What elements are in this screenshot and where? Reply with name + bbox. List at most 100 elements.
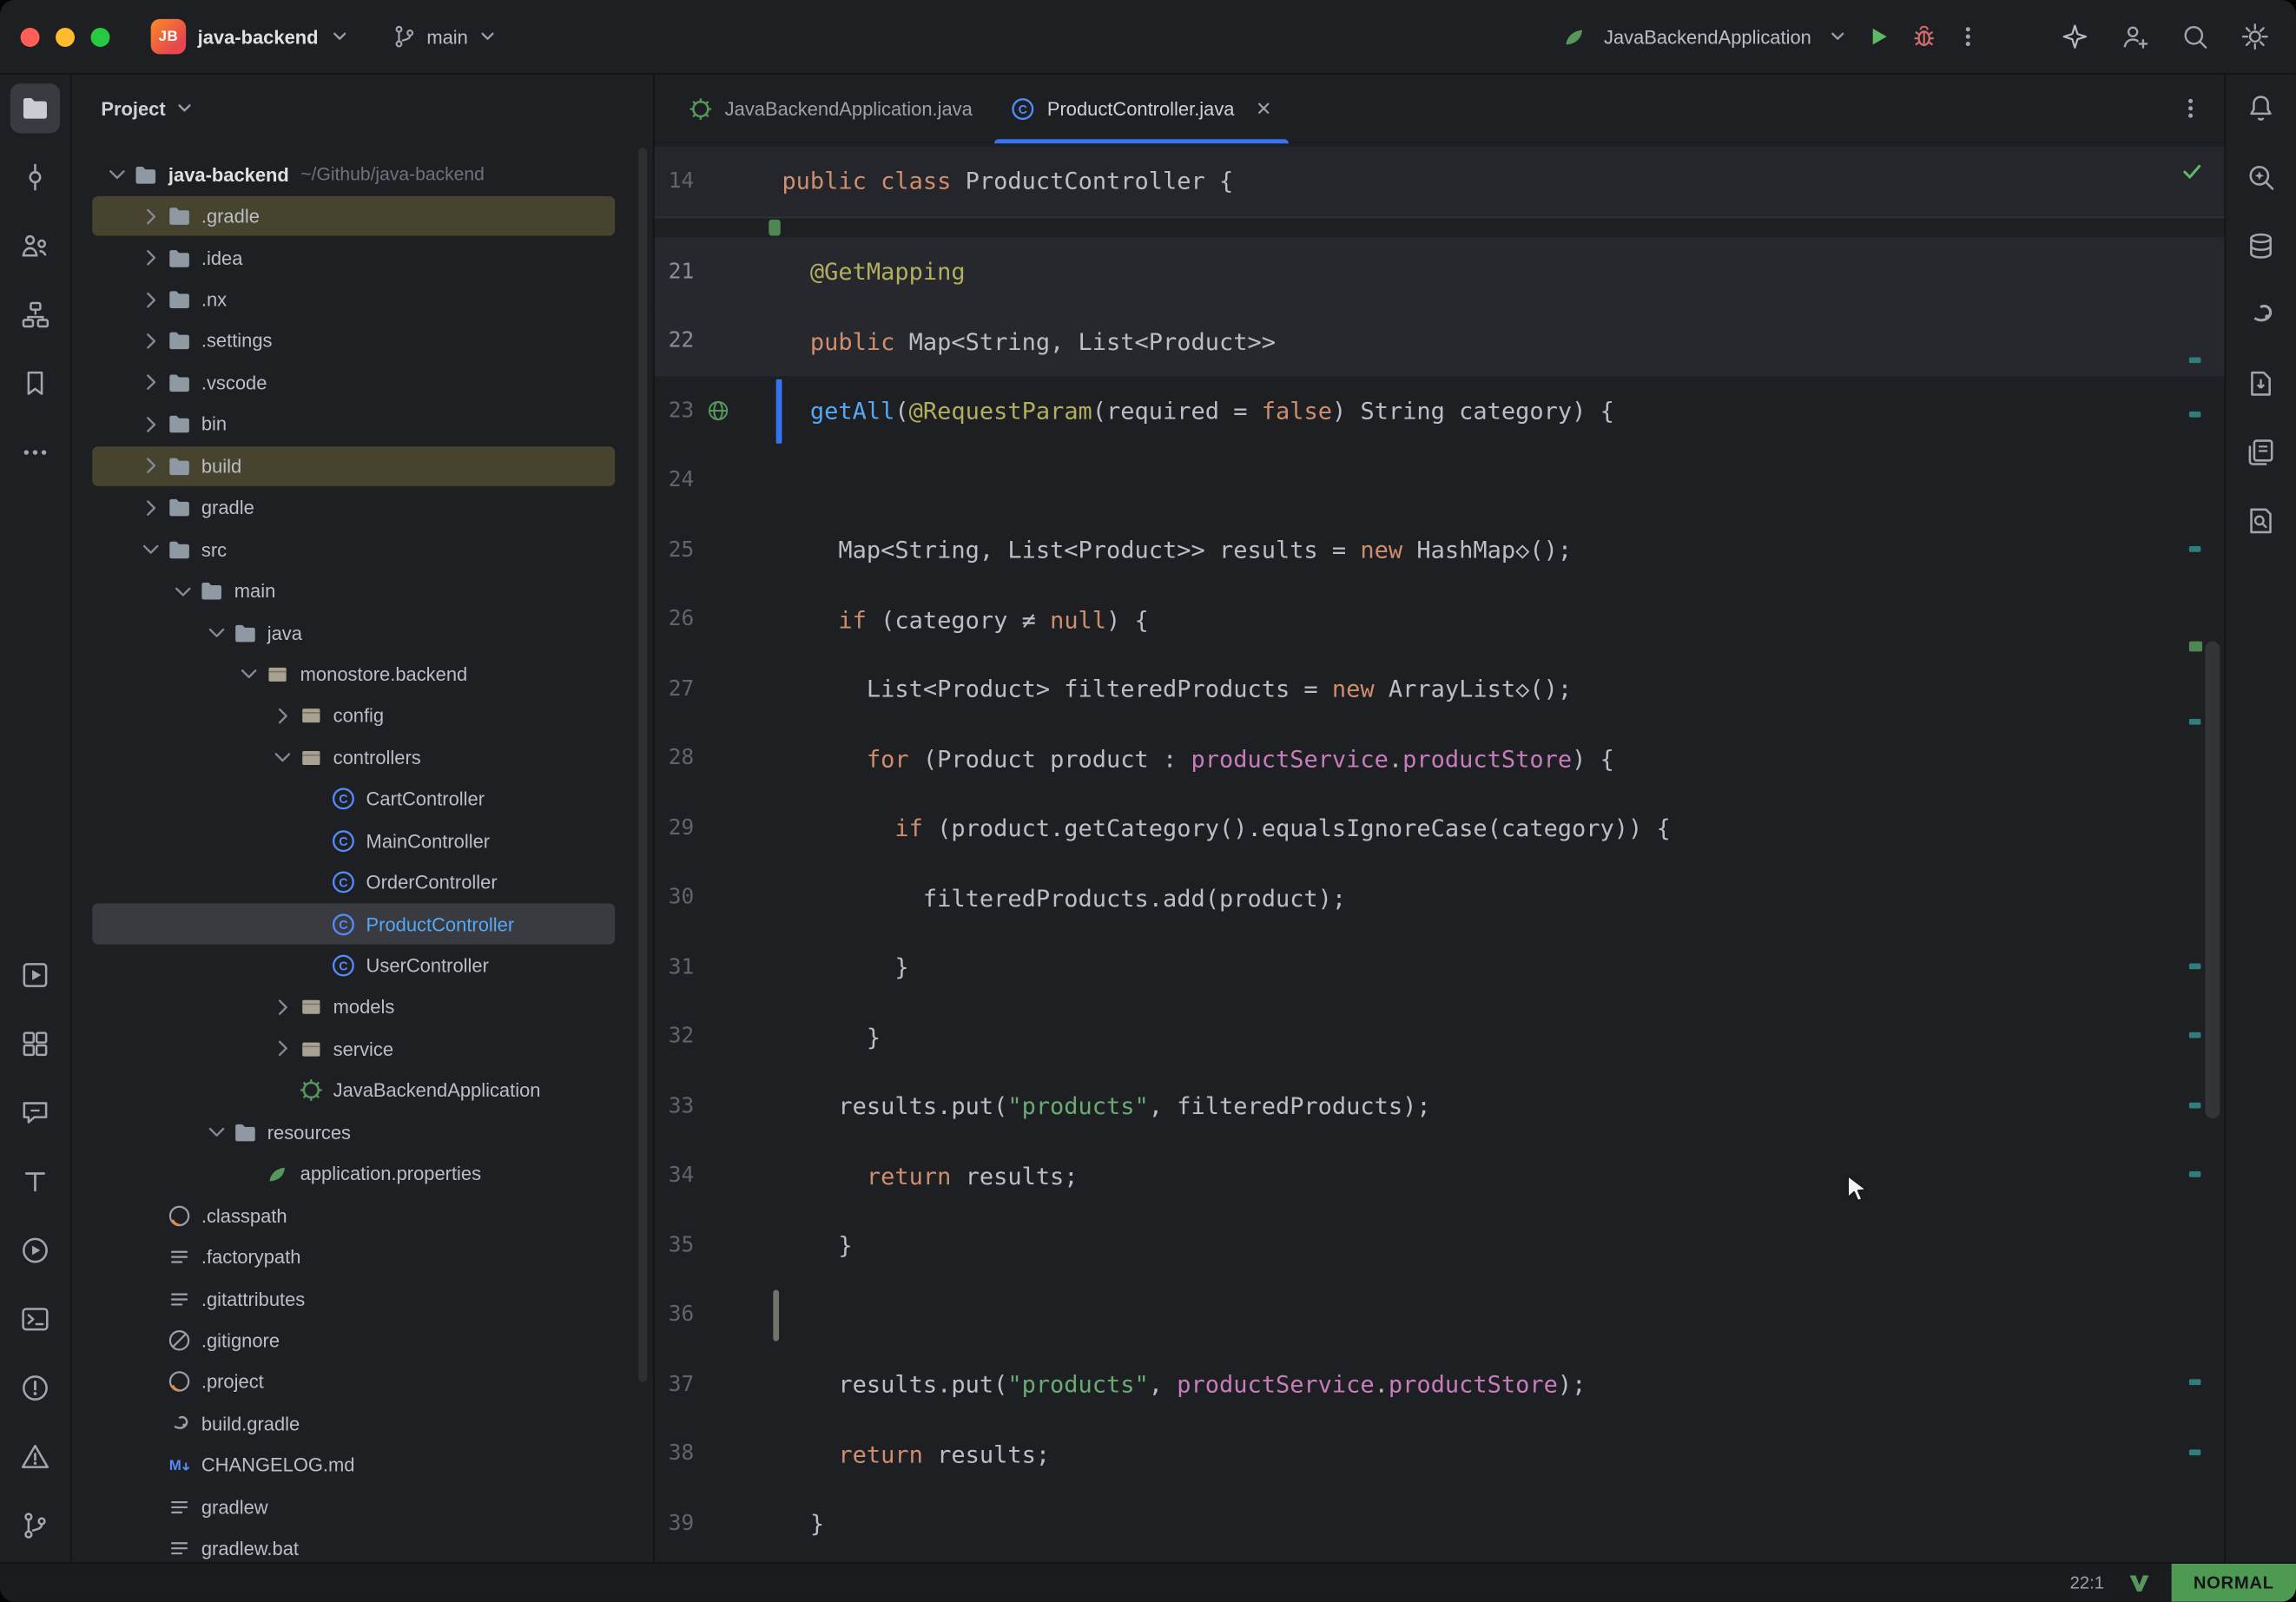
add-user-icon[interactable] bbox=[2121, 22, 2150, 51]
tree-item-java-backend[interactable]: java-backend~/Github/java-backend bbox=[72, 154, 653, 195]
tab-options-icon[interactable] bbox=[2177, 75, 2203, 142]
chevron-right-icon[interactable] bbox=[134, 454, 166, 478]
chevron-down-icon[interactable] bbox=[101, 163, 133, 187]
tree-item-javabackendapplication[interactable]: JavaBackendApplication bbox=[72, 1070, 653, 1111]
code-line-24[interactable]: 24 bbox=[655, 445, 2225, 515]
debug-button[interactable] bbox=[1910, 22, 1939, 51]
code-line-14[interactable]: 14public class ProductController { bbox=[655, 147, 2225, 218]
search-icon[interactable] bbox=[2181, 22, 2210, 51]
pull-requests-icon[interactable] bbox=[10, 221, 60, 271]
more-actions-icon[interactable] bbox=[1955, 23, 1981, 49]
tree-item-usercontroller[interactable]: CUserController bbox=[72, 945, 653, 986]
code-line-27[interactable]: 27 List<Product> filteredProducts = new … bbox=[655, 655, 2225, 724]
code-line-33[interactable]: 33 results.put("products", filteredProdu… bbox=[655, 1071, 2225, 1141]
chevron-right-icon[interactable] bbox=[134, 329, 166, 353]
code-line-34[interactable]: 34 return results; bbox=[655, 1141, 2225, 1210]
tab-javabackendapplication-java[interactable]: JavaBackendApplication.java bbox=[670, 75, 992, 142]
tree-item-src[interactable]: src bbox=[72, 529, 653, 570]
tree-item-application-properties[interactable]: application.properties bbox=[72, 1153, 653, 1195]
code-line-29[interactable]: 29 if (product.getCategory().equalsIgnor… bbox=[655, 794, 2225, 863]
code-line-26[interactable]: 26 if (category ≠ null) { bbox=[655, 585, 2225, 655]
tree-item-java[interactable]: java bbox=[72, 612, 653, 654]
project-panel-header[interactable]: Project bbox=[72, 75, 653, 142]
tree-item-bin[interactable]: bin bbox=[72, 404, 653, 445]
tree-item-idea[interactable]: .idea bbox=[72, 237, 653, 279]
tree-item-gradlew[interactable]: gradlew bbox=[72, 1487, 653, 1528]
ai-assistant-icon[interactable] bbox=[2236, 152, 2286, 201]
code-line-37[interactable]: 37 results.put("products", productServic… bbox=[655, 1350, 2225, 1420]
project-tree-scrollbar[interactable] bbox=[638, 148, 647, 1381]
tree-item-ordercontroller[interactable]: COrderController bbox=[72, 861, 653, 903]
chevron-right-icon[interactable] bbox=[134, 496, 166, 519]
code-line-22[interactable]: 22 public Map<String, List<Product>> bbox=[655, 307, 2225, 376]
tree-item-gradle[interactable]: gradle bbox=[72, 487, 653, 529]
code-line-35[interactable]: 35 } bbox=[655, 1211, 2225, 1281]
ai-icon[interactable] bbox=[2061, 22, 2090, 51]
tree-item-main[interactable]: main bbox=[72, 570, 653, 612]
code-line-28[interactable]: 28 for (Product product : productService… bbox=[655, 724, 2225, 794]
code-line-25[interactable]: 25 Map<String, List<Product>> results = … bbox=[655, 516, 2225, 585]
project-folder-icon[interactable] bbox=[10, 83, 60, 133]
tree-item-settings[interactable]: .settings bbox=[72, 320, 653, 362]
tree-item-project[interactable]: .project bbox=[72, 1361, 653, 1403]
chevron-down-icon[interactable] bbox=[134, 537, 166, 561]
dependencies-icon[interactable] bbox=[2236, 359, 2286, 408]
git-branch-icon[interactable] bbox=[10, 1500, 60, 1550]
editor-scrollbar[interactable] bbox=[2205, 642, 2220, 1119]
tree-item-gradlew-bat[interactable]: gradlew.bat bbox=[72, 1527, 653, 1562]
run-configurations-icon[interactable] bbox=[10, 950, 60, 999]
run-button[interactable] bbox=[1864, 22, 1894, 51]
vim-mode-badge[interactable]: NORMAL bbox=[2172, 1564, 2296, 1602]
tree-item-service[interactable]: service bbox=[72, 1028, 653, 1070]
chevron-right-icon[interactable] bbox=[134, 204, 166, 227]
commit-icon[interactable] bbox=[10, 152, 60, 201]
services-icon[interactable] bbox=[10, 1019, 60, 1069]
code-line-21[interactable]: 21 @GetMapping bbox=[655, 237, 2225, 307]
tree-item-resources[interactable]: resources bbox=[72, 1111, 653, 1153]
text-tool-icon[interactable] bbox=[10, 1157, 60, 1206]
tree-item-nx[interactable]: .nx bbox=[72, 279, 653, 320]
tree-item-gradle[interactable]: .gradle bbox=[72, 195, 653, 237]
code-line-38[interactable]: 38 return results; bbox=[655, 1420, 2225, 1489]
vcs-widget[interactable]: main bbox=[383, 17, 506, 56]
chevron-down-icon[interactable] bbox=[200, 621, 232, 644]
chevron-right-icon[interactable] bbox=[134, 287, 166, 311]
chevron-right-icon[interactable] bbox=[266, 1038, 298, 1061]
chevron-right-icon[interactable] bbox=[134, 246, 166, 269]
code-line-32[interactable]: 32 } bbox=[655, 1002, 2225, 1071]
problems-icon[interactable] bbox=[10, 1363, 60, 1413]
chevron-right-icon[interactable] bbox=[134, 371, 166, 394]
chevron-down-icon[interactable] bbox=[233, 663, 265, 686]
tree-item-build-gradle[interactable]: build.gradle bbox=[72, 1403, 653, 1445]
bookmarks-icon[interactable] bbox=[10, 359, 60, 408]
tree-item-maincontroller[interactable]: CMainController bbox=[72, 820, 653, 861]
tree-item-vscode[interactable]: .vscode bbox=[72, 362, 653, 404]
more-tools-icon[interactable] bbox=[10, 427, 60, 477]
chevron-right-icon[interactable] bbox=[134, 412, 166, 436]
code-line-31[interactable]: 31 } bbox=[655, 933, 2225, 1002]
ai-chat-icon[interactable] bbox=[10, 1088, 60, 1137]
warnings-icon[interactable] bbox=[10, 1432, 60, 1481]
chevron-right-icon[interactable] bbox=[266, 996, 298, 1019]
caret-position[interactable]: 22:1 bbox=[2070, 1572, 2104, 1593]
notifications-icon[interactable] bbox=[2236, 83, 2286, 133]
code-line-36[interactable]: 36 bbox=[655, 1281, 2225, 1350]
code-line-39[interactable]: 39 } bbox=[655, 1489, 2225, 1559]
ideavim-icon[interactable] bbox=[2128, 1571, 2151, 1594]
documentation-icon[interactable] bbox=[2236, 427, 2286, 477]
inspections-ok-icon[interactable] bbox=[2181, 160, 2204, 183]
code-line-30[interactable]: 30 filteredProducts.add(product); bbox=[655, 863, 2225, 933]
tree-item-classpath[interactable]: .classpath bbox=[72, 1195, 653, 1236]
close-window-button[interactable] bbox=[21, 27, 40, 46]
tree-item-cartcontroller[interactable]: CCartController bbox=[72, 778, 653, 820]
tree-item-productcontroller[interactable]: CProductController bbox=[72, 903, 653, 945]
chevron-right-icon[interactable] bbox=[266, 704, 298, 728]
tree-item-gitattributes[interactable]: .gitattributes bbox=[72, 1278, 653, 1320]
settings-icon[interactable] bbox=[2240, 22, 2270, 51]
project-widget[interactable]: JB java-backend bbox=[142, 13, 360, 60]
tab-productcontroller-java[interactable]: CProductController.java bbox=[992, 75, 1292, 142]
minimize-window-button[interactable] bbox=[56, 27, 75, 46]
gradle-icon[interactable] bbox=[2236, 290, 2286, 340]
close-tab-icon[interactable] bbox=[1255, 100, 1272, 117]
structure-icon[interactable] bbox=[10, 290, 60, 340]
